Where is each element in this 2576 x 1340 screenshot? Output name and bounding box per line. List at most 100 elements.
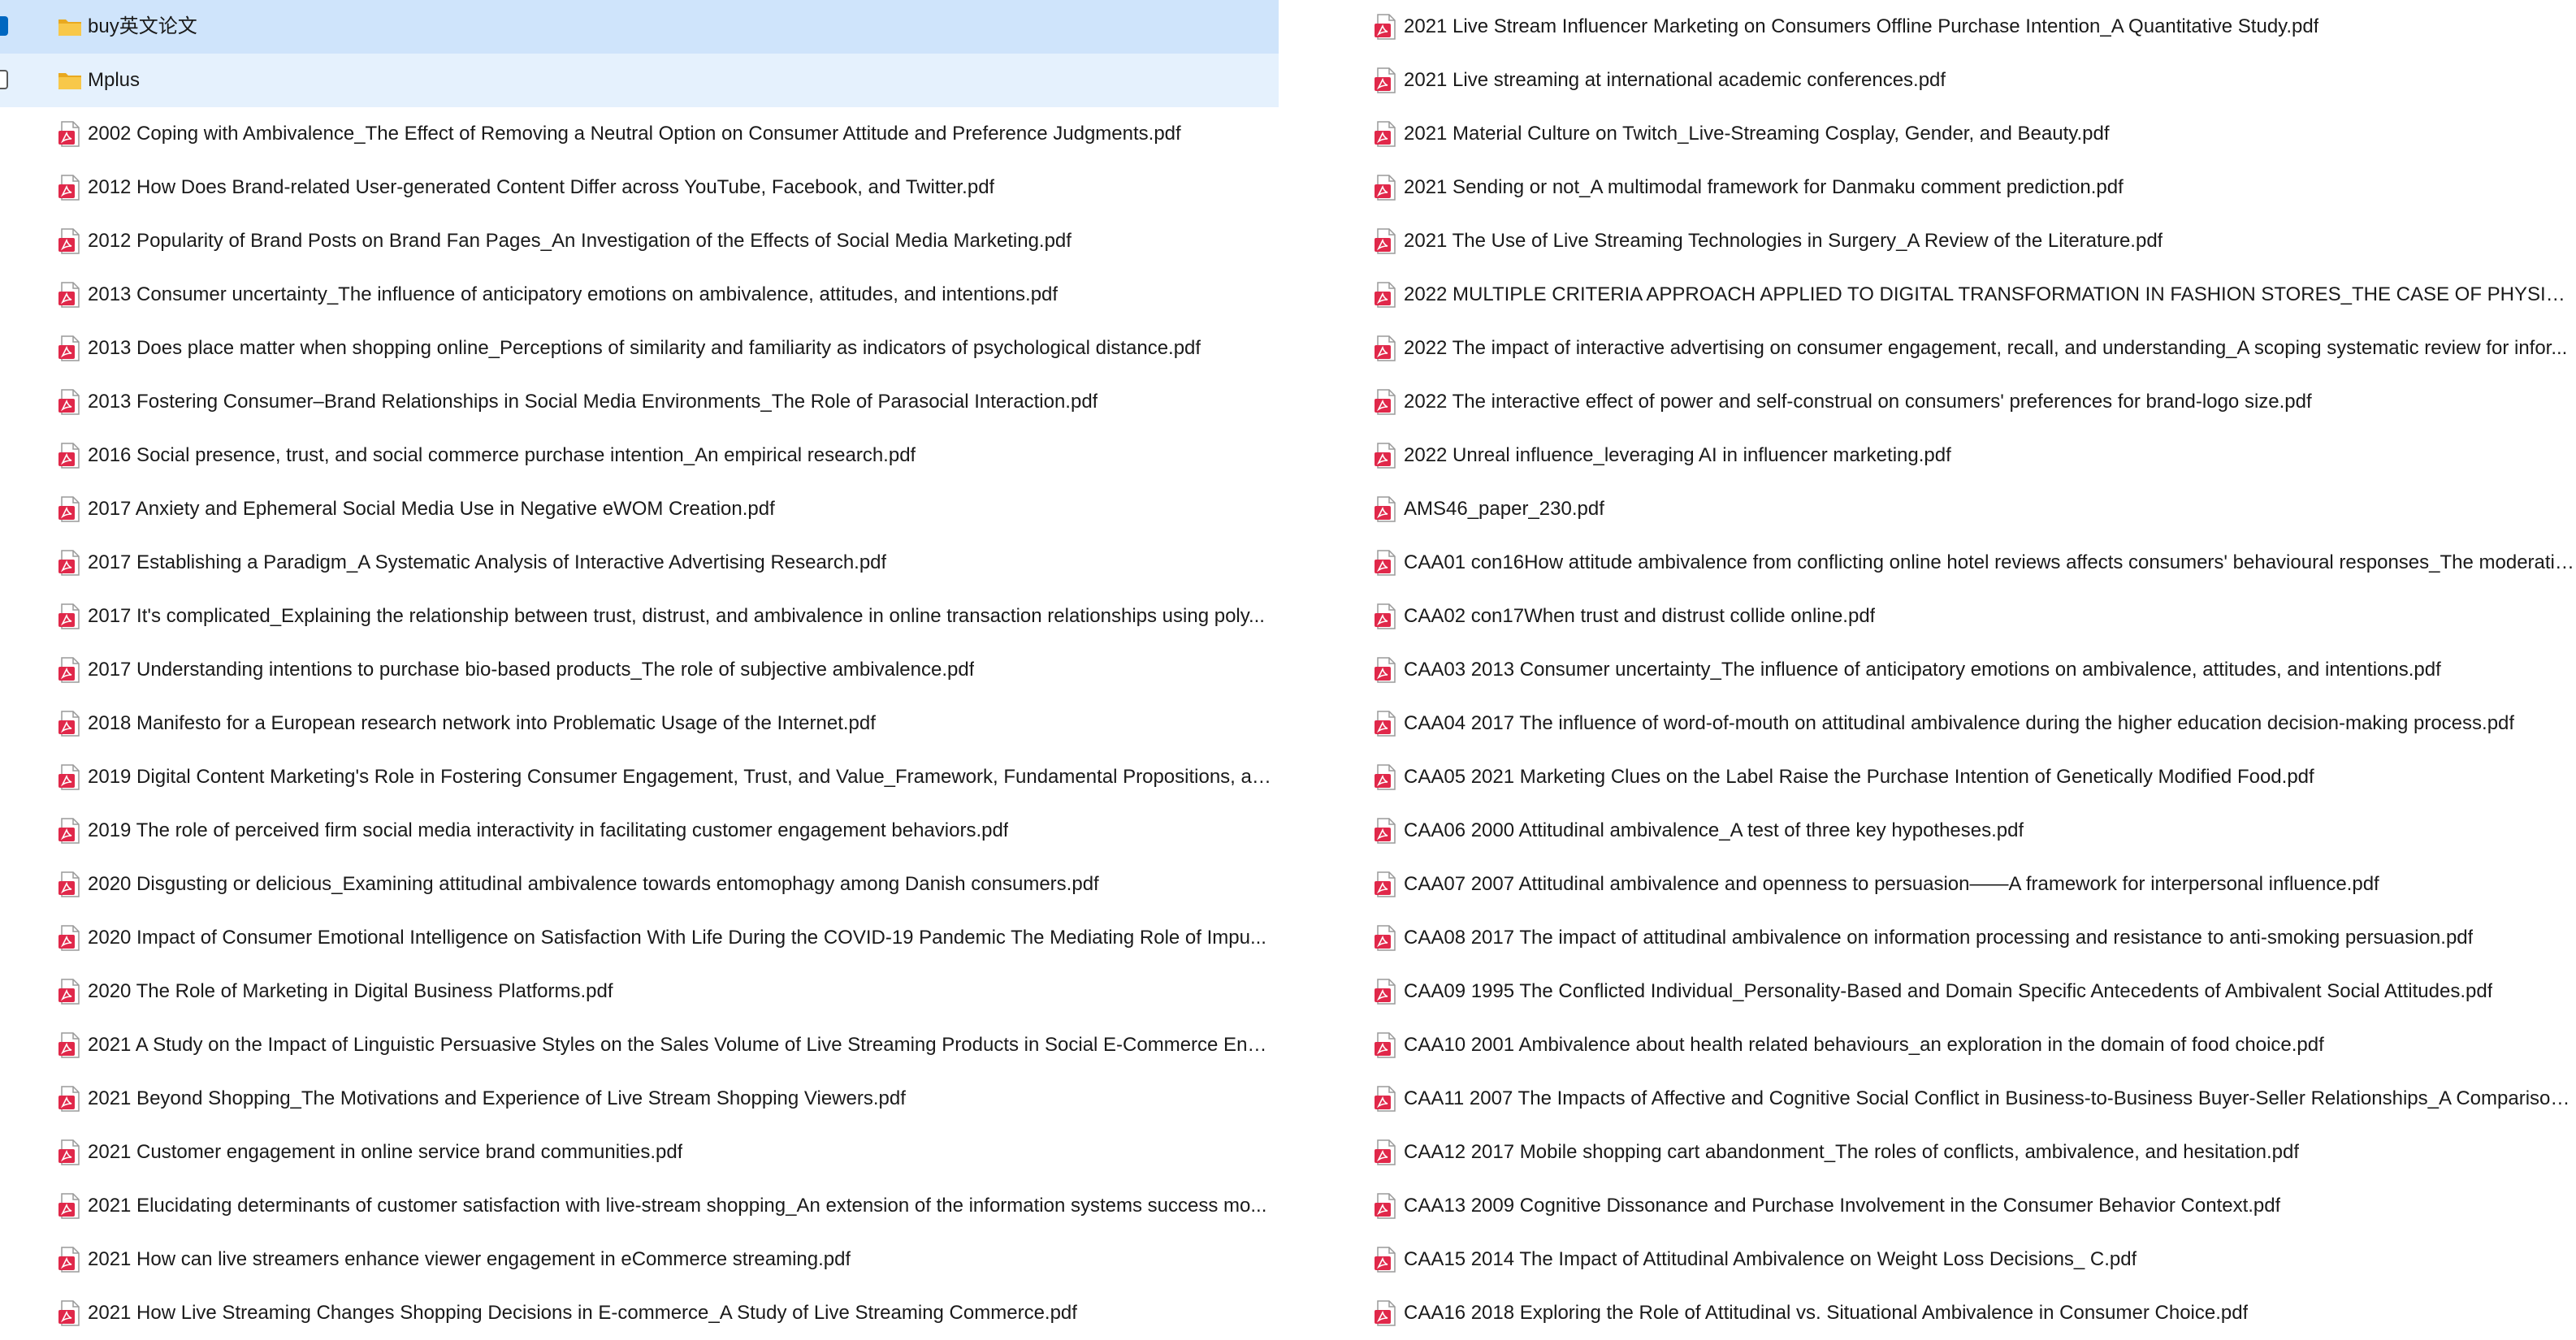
- folder-row[interactable]: buy英文论文: [0, 0, 1279, 54]
- pdf-icon: [58, 925, 80, 951]
- file-row[interactable]: 2021 The Use of Live Streaming Technolog…: [1314, 214, 2576, 268]
- file-name: 2013 Does place matter when shopping onl…: [88, 337, 1201, 359]
- file-row[interactable]: 2013 Consumer uncertainty_The influence …: [0, 268, 1279, 322]
- file-row[interactable]: CAA04 2017 The influence of word-of-mout…: [1314, 697, 2576, 750]
- file-name: 2021 How Live Streaming Changes Shopping…: [88, 1302, 1077, 1324]
- file-row[interactable]: CAA02 con17When trust and distrust colli…: [1314, 590, 2576, 643]
- file-row[interactable]: 2019 The role of perceived firm social m…: [0, 804, 1279, 858]
- pdf-icon: [1375, 228, 1396, 254]
- pdf-icon: [58, 818, 80, 844]
- file-row[interactable]: CAA16 2018 Exploring the Role of Attitud…: [1314, 1286, 2576, 1340]
- pdf-icon: [58, 335, 80, 361]
- file-name: 2022 Unreal influence_leveraging AI in i…: [1404, 444, 1951, 466]
- file-name: 2021 A Study on the Impact of Linguistic…: [88, 1034, 1274, 1056]
- file-row[interactable]: 2021 Sending or not_A multimodal framewo…: [1314, 161, 2576, 214]
- file-name: 2019 The role of perceived firm social m…: [88, 819, 1009, 841]
- file-name: AMS46_paper_230.pdf: [1404, 498, 1604, 520]
- pdf-icon: [1375, 603, 1396, 629]
- file-row[interactable]: 2012 How Does Brand-related User-generat…: [0, 161, 1279, 214]
- file-row[interactable]: 2021 Customer engagement in online servi…: [0, 1126, 1279, 1179]
- file-name: CAA10 2001 Ambivalence about health rela…: [1404, 1034, 2324, 1056]
- pdf-icon: [58, 603, 80, 629]
- file-name: CAA13 2009 Cognitive Dissonance and Purc…: [1404, 1195, 2281, 1217]
- pdf-icon: [1375, 764, 1396, 790]
- file-row[interactable]: 2021 Live streaming at international aca…: [1314, 54, 2576, 107]
- pdf-icon: [1375, 550, 1396, 576]
- file-name: 2017 It's complicated_Explaining the rel…: [88, 605, 1265, 627]
- file-row[interactable]: 2013 Does place matter when shopping onl…: [0, 322, 1279, 375]
- file-name: CAA03 2013 Consumer uncertainty_The infl…: [1404, 659, 2441, 681]
- file-row[interactable]: CAA15 2014 The Impact of Attitudinal Amb…: [1314, 1233, 2576, 1286]
- file-name: CAA16 2018 Exploring the Role of Attitud…: [1404, 1302, 2249, 1324]
- file-row[interactable]: 2012 Popularity of Brand Posts on Brand …: [0, 214, 1279, 268]
- file-row[interactable]: 2022 The interactive effect of power and…: [1314, 375, 2576, 429]
- file-row[interactable]: 2021 Beyond Shopping_The Motivations and…: [0, 1072, 1279, 1126]
- file-row[interactable]: 2017 Understanding intentions to purchas…: [0, 643, 1279, 697]
- pdf-icon: [58, 1086, 80, 1112]
- row-checkbox[interactable]: [0, 16, 8, 36]
- file-row[interactable]: CAA08 2017 The impact of attitudinal amb…: [1314, 911, 2576, 965]
- file-row[interactable]: CAA10 2001 Ambivalence about health rela…: [1314, 1018, 2576, 1072]
- file-row[interactable]: 2019 Digital Content Marketing's Role in…: [0, 750, 1279, 804]
- file-name: 2020 Disgusting or delicious_Examining a…: [88, 873, 1099, 895]
- pdf-icon: [1375, 67, 1396, 93]
- file-row[interactable]: 2002 Coping with Ambivalence_The Effect …: [0, 107, 1279, 161]
- file-row[interactable]: 2022 MULTIPLE CRITERIA APPROACH APPLIED …: [1314, 268, 2576, 322]
- file-row[interactable]: 2021 Live Stream Influencer Marketing on…: [1314, 0, 2576, 54]
- file-row[interactable]: 2013 Fostering Consumer–Brand Relationsh…: [0, 375, 1279, 429]
- file-row[interactable]: AMS46_paper_230.pdf: [1314, 482, 2576, 536]
- file-name: Mplus: [88, 69, 141, 91]
- file-list-right-column: 2021 Live Stream Influencer Marketing on…: [1314, 0, 2576, 1340]
- file-row[interactable]: 2017 Anxiety and Ephemeral Social Media …: [0, 482, 1279, 536]
- file-row[interactable]: 2021 Elucidating determinants of custome…: [0, 1179, 1279, 1233]
- file-name: 2012 How Does Brand-related User-generat…: [88, 176, 995, 198]
- file-name: 2017 Establishing a Paradigm_A Systemati…: [88, 551, 887, 573]
- file-row[interactable]: CAA01 con16How attitude ambivalence from…: [1314, 536, 2576, 590]
- pdf-icon: [58, 979, 80, 1005]
- file-row[interactable]: CAA03 2013 Consumer uncertainty_The infl…: [1314, 643, 2576, 697]
- pdf-icon: [1375, 1247, 1396, 1273]
- file-row[interactable]: 2017 Establishing a Paradigm_A Systemati…: [0, 536, 1279, 590]
- file-row[interactable]: 2021 How Live Streaming Changes Shopping…: [0, 1286, 1279, 1340]
- file-row[interactable]: CAA09 1995 The Conflicted Individual_Per…: [1314, 965, 2576, 1018]
- file-name: 2021 Live streaming at international aca…: [1404, 69, 1946, 91]
- file-row[interactable]: 2021 How can live streamers enhance view…: [0, 1233, 1279, 1286]
- pdf-icon: [1375, 443, 1396, 469]
- file-row[interactable]: 2020 Disgusting or delicious_Examining a…: [0, 858, 1279, 911]
- folder-row[interactable]: Mplus: [0, 54, 1279, 107]
- file-row[interactable]: CAA12 2017 Mobile shopping cart abandonm…: [1314, 1126, 2576, 1179]
- pdf-icon: [58, 121, 80, 147]
- file-row[interactable]: 2018 Manifesto for a European research n…: [0, 697, 1279, 750]
- pdf-icon: [1375, 711, 1396, 737]
- row-checkbox[interactable]: [0, 70, 8, 89]
- file-row[interactable]: 2021 Material Culture on Twitch_Live-Str…: [1314, 107, 2576, 161]
- pdf-icon: [58, 175, 80, 201]
- file-name: 2020 The Role of Marketing in Digital Bu…: [88, 980, 613, 1002]
- file-name: 2021 Sending or not_A multimodal framewo…: [1404, 176, 2124, 198]
- file-row[interactable]: 2021 A Study on the Impact of Linguistic…: [0, 1018, 1279, 1072]
- file-name: 2017 Anxiety and Ephemeral Social Media …: [88, 498, 775, 520]
- file-row[interactable]: 2022 The impact of interactive advertisi…: [1314, 322, 2576, 375]
- pdf-icon: [1375, 496, 1396, 522]
- file-name: 2017 Understanding intentions to purchas…: [88, 659, 975, 681]
- pdf-icon: [58, 1300, 80, 1326]
- file-name: 2021 Elucidating determinants of custome…: [88, 1195, 1267, 1217]
- file-name: 2021 Customer engagement in online servi…: [88, 1141, 683, 1163]
- folder-icon: [58, 73, 81, 89]
- pdf-icon: [58, 1193, 80, 1219]
- file-row[interactable]: 2020 Impact of Consumer Emotional Intell…: [0, 911, 1279, 965]
- file-row[interactable]: 2017 It's complicated_Explaining the rel…: [0, 590, 1279, 643]
- file-row[interactable]: 2020 The Role of Marketing in Digital Bu…: [0, 965, 1279, 1018]
- file-row[interactable]: CAA06 2000 Attitudinal ambivalence_A tes…: [1314, 804, 2576, 858]
- file-row[interactable]: 2022 Unreal influence_leveraging AI in i…: [1314, 429, 2576, 482]
- pdf-icon: [1375, 14, 1396, 40]
- pdf-icon: [58, 1139, 80, 1165]
- pdf-icon: [1375, 1086, 1396, 1112]
- file-row[interactable]: CAA11 2007 The Impacts of Affective and …: [1314, 1072, 2576, 1126]
- file-row[interactable]: 2016 Social presence, trust, and social …: [0, 429, 1279, 482]
- file-row[interactable]: CAA05 2021 Marketing Clues on the Label …: [1314, 750, 2576, 804]
- file-name: 2018 Manifesto for a European research n…: [88, 712, 876, 734]
- file-row[interactable]: CAA07 2007 Attitudinal ambivalence and o…: [1314, 858, 2576, 911]
- file-name: CAA09 1995 The Conflicted Individual_Per…: [1404, 980, 2493, 1002]
- file-row[interactable]: CAA13 2009 Cognitive Dissonance and Purc…: [1314, 1179, 2576, 1233]
